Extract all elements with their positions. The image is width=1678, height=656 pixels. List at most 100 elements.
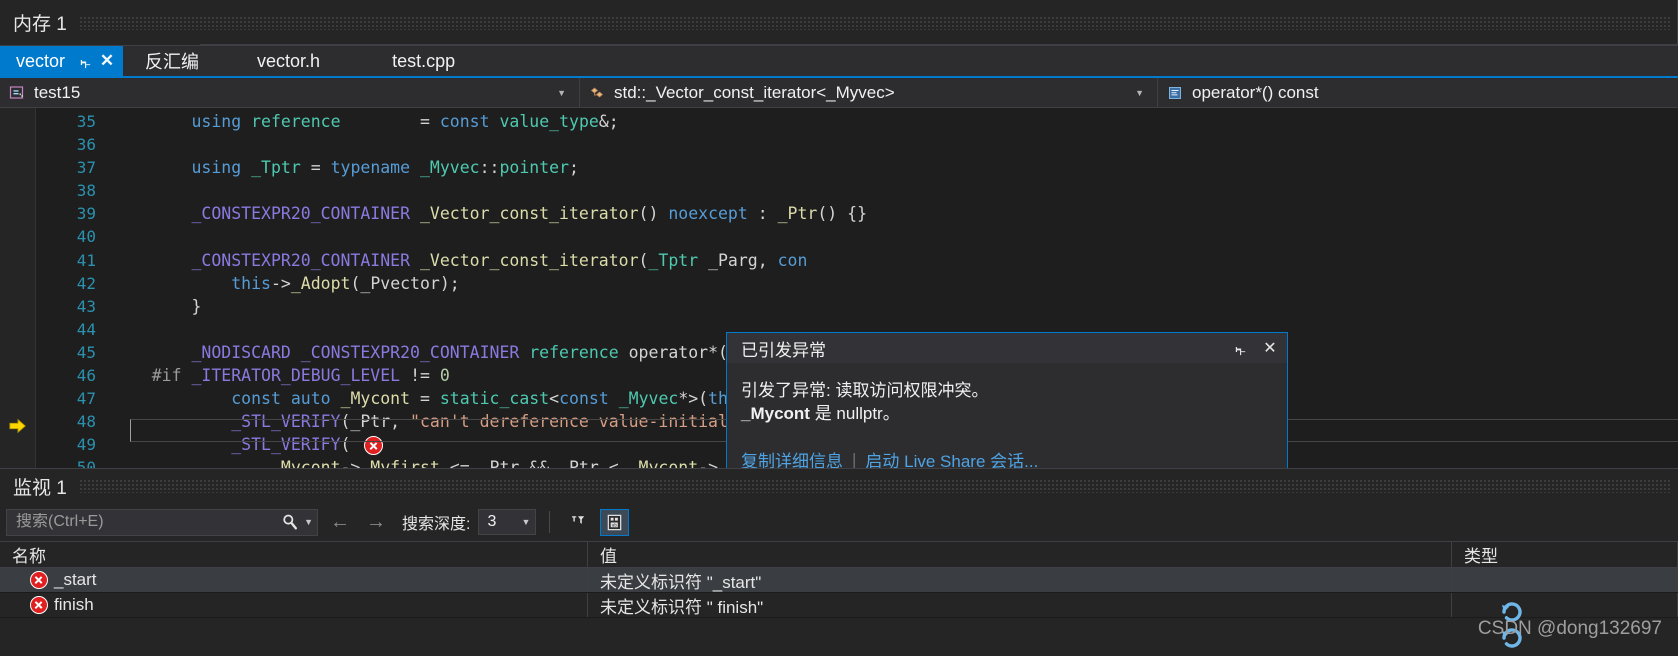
line-number: 49 [76, 435, 96, 455]
project-dropdown[interactable]: test15 ▼ [0, 78, 580, 107]
watch-row-name-text: _start [54, 570, 97, 589]
toolbar-divider [549, 511, 551, 533]
line-number: 45 [76, 342, 96, 362]
search-depth-select[interactable]: 3 ▼ [478, 509, 537, 535]
table-row[interactable]: finish 未定义标识符 " finish" [0, 593, 1678, 618]
line-number: 38 [76, 181, 96, 201]
execution-pointer-icon [9, 418, 26, 434]
line-number: 41 [76, 250, 96, 270]
code-line[interactable]: 38 [36, 179, 1678, 202]
search-icon[interactable] [281, 513, 299, 531]
search-input[interactable] [16, 513, 282, 531]
code-line[interactable]: 43 } [36, 295, 1678, 318]
arrow-right-icon[interactable]: → [362, 509, 390, 535]
editor-indicator-margin[interactable] [0, 108, 36, 468]
chevron-down-icon[interactable]: ▼ [299, 517, 313, 527]
line-number: 44 [76, 319, 96, 339]
line-text: this->_Adopt(_Pvector); [231, 273, 460, 293]
scope-dropdown-label: std::_Vector_const_iterator<_Myvec> [614, 82, 895, 102]
exception-dialog-header[interactable]: 已引发异常 ✕ [727, 333, 1287, 363]
line-number: 42 [76, 273, 96, 293]
close-icon[interactable]: ✕ [1257, 337, 1283, 359]
search-depth-value: 3 [487, 513, 497, 530]
watch-row-name[interactable]: finish [0, 593, 588, 617]
code-line[interactable]: 39 _CONSTEXPR20_CONTAINER _Vector_const_… [36, 202, 1678, 225]
line-number: 37 [76, 158, 96, 178]
line-number: 50 [76, 458, 96, 468]
watch-row-type[interactable] [1452, 593, 1678, 617]
close-icon[interactable]: ✕ [97, 51, 117, 71]
code-editor[interactable]: 35 using reference = const value_type&; 3… [0, 108, 1678, 468]
project-icon [8, 84, 27, 101]
exception-action-links: 复制详细信息 | 启动 Live Share 会话... [741, 447, 1271, 469]
watch-toolbar: ▼ ← → 搜索深度: 3 ▼ ab [0, 503, 1678, 541]
chevron-down-icon[interactable]: ▼ [548, 88, 575, 98]
error-icon [30, 571, 48, 589]
watch-window-title: 监视 1 [13, 477, 67, 499]
pin-icon[interactable] [75, 51, 95, 71]
code-line[interactable]: 40 [36, 225, 1678, 248]
tab-test-cpp[interactable]: test.cpp [356, 46, 491, 76]
svg-text:ab: ab [612, 522, 618, 528]
watch-row-type[interactable] [1452, 568, 1678, 592]
exception-thrown-dialog[interactable]: 已引发异常 ✕ 引发了异常: 读取访问权限冲突。 _Mycont 是 nullp… [726, 332, 1288, 468]
navigation-bar: test15 ▼ std::_Vector_const_iterator<_My… [0, 78, 1678, 108]
search-box[interactable]: ▼ [6, 508, 318, 536]
watch-grid[interactable]: 名称 值 类型 _start 未定义标识符 "_start"finish 未定义标识… [0, 541, 1678, 656]
memory-panel-drag-grip[interactable] [78, 15, 1671, 30]
watch-window-drag-grip[interactable] [78, 479, 1672, 493]
class-icon [588, 84, 607, 101]
exception-message-line1: 引发了异常: 读取访问权限冲突。 [741, 381, 989, 400]
tab-vector[interactable]: vector ✕ [0, 46, 124, 76]
tab-vector-h[interactable]: vector.h [221, 46, 356, 76]
method-icon [1166, 84, 1185, 101]
code-line[interactable]: 42 this->_Adopt(_Pvector); [36, 272, 1678, 295]
chevron-down-icon[interactable]: ▼ [1126, 88, 1153, 98]
project-dropdown-label: test15 [34, 82, 81, 102]
error-icon[interactable] [364, 436, 384, 456]
code-line[interactable]: 37 using _Tptr = typename _Myvec::pointe… [36, 156, 1678, 179]
line-number: 39 [76, 204, 96, 224]
exception-dialog-title: 已引发异常 [741, 340, 826, 360]
chevron-down-icon[interactable]: ▼ [517, 517, 531, 527]
watch-window-header[interactable]: 监视 1 [0, 469, 1678, 503]
link-separator: | [852, 449, 857, 469]
arrow-left-icon[interactable]: ← [326, 509, 354, 535]
line-number: 47 [76, 389, 96, 409]
hex-display-icon[interactable]: ab [600, 508, 630, 536]
watch-row-value[interactable]: 未定义标识符 " finish" [588, 593, 1452, 617]
member-dropdown-label: operator*() const [1192, 82, 1319, 102]
code-line[interactable]: 36 [36, 133, 1678, 156]
exception-dialog-body: 引发了异常: 读取访问权限冲突。 _Mycont 是 nullptr。 复制详细… [727, 363, 1287, 468]
member-dropdown[interactable]: operator*() const [1158, 78, 1678, 107]
code-line[interactable]: 41 _CONSTEXPR20_CONTAINER _Vector_const_… [36, 249, 1678, 272]
line-text: using _Tptr = typename _Myvec::pointer; [191, 158, 579, 178]
column-header-name[interactable]: 名称 [0, 542, 588, 567]
editor-tab-bar: vector ✕ 反汇编 vector.h test.cpp [0, 46, 1678, 78]
line-number: 36 [76, 135, 96, 155]
exception-message-rest: 是 nullptr。 [809, 404, 900, 423]
scope-dropdown[interactable]: std::_Vector_const_iterator<_Myvec> ▼ [580, 78, 1158, 107]
tab-disassembly-label: 反汇编 [145, 52, 200, 72]
watch-window[interactable]: 监视 1 ▼ ← → 搜索深度: 3 ▼ [0, 468, 1678, 656]
pin-filter-icon[interactable] [563, 509, 592, 536]
pin-icon[interactable] [1227, 337, 1253, 359]
line-number: 46 [76, 366, 96, 386]
tab-vector-h-label: vector.h [257, 50, 321, 71]
line-number: 43 [76, 296, 96, 316]
column-header-value[interactable]: 值 [588, 542, 1452, 567]
start-live-share-link[interactable]: 启动 Live Share 会话... [865, 447, 1038, 468]
column-header-type[interactable]: 类型 [1452, 542, 1678, 567]
copy-details-link[interactable]: 复制详细信息 [741, 447, 843, 468]
refresh-icon [1502, 602, 1522, 648]
table-row[interactable]: _start 未定义标识符 "_start" [0, 568, 1678, 593]
memory-panel[interactable]: 内存 1 [0, 0, 1678, 46]
line-text: _CONSTEXPR20_CONTAINER _Vector_const_ite… [191, 204, 868, 224]
watch-row-name[interactable]: _start [0, 568, 588, 592]
exception-variable-name: _Mycont [741, 404, 810, 423]
line-number: 35 [76, 112, 96, 131]
code-line[interactable]: 35 using reference = const value_type&; [36, 110, 1678, 133]
watch-row-value[interactable]: 未定义标识符 "_start" [588, 568, 1452, 592]
watch-row-name-text: finish [54, 595, 94, 614]
tab-disassembly[interactable]: 反汇编 [123, 46, 221, 76]
